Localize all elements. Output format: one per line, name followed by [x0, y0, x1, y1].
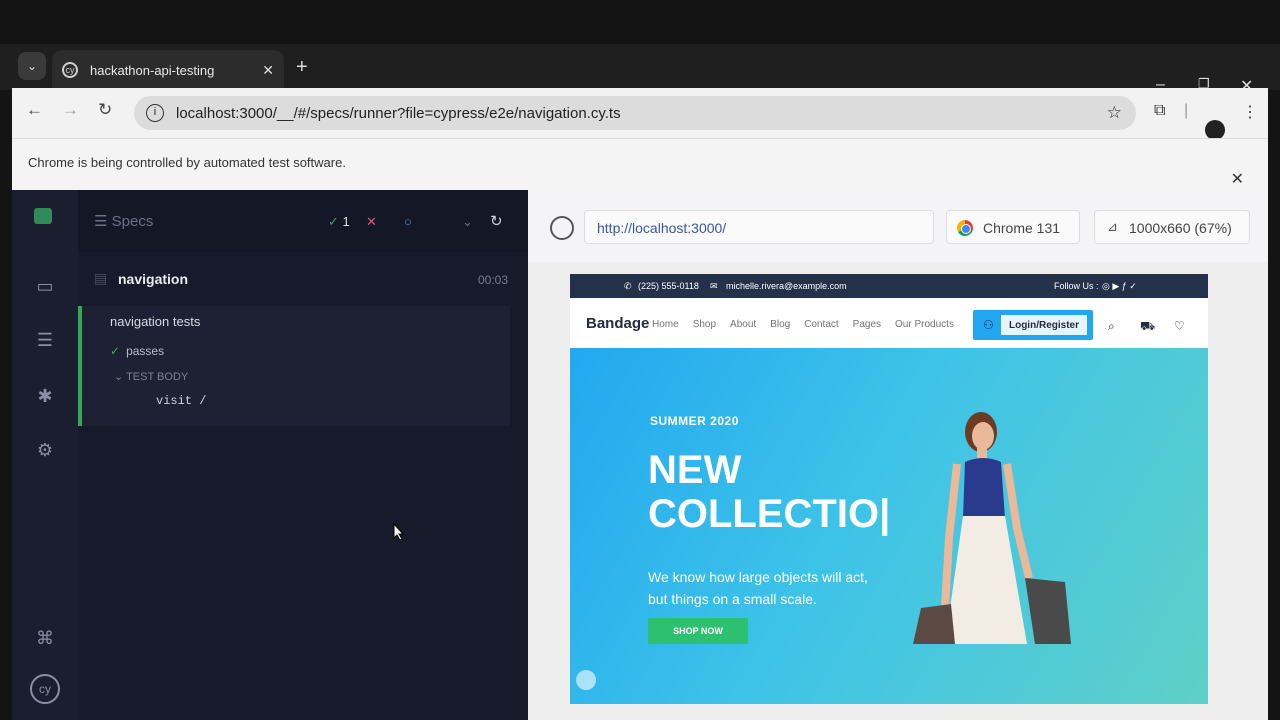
back-icon[interactable]: ←: [26, 100, 43, 120]
cypress-logo-icon[interactable]: cy: [30, 674, 60, 704]
toolbar-divider: |: [1184, 102, 1189, 119]
failed-stat: ✕: [366, 214, 377, 229]
project-icon[interactable]: [34, 208, 52, 224]
reporter-header: ☰ Specs ✓ 1 ✕ ○ ⌄ ↻: [78, 190, 528, 252]
test-body-label[interactable]: ⌄ TEST BODY: [114, 370, 188, 383]
aut-header: http://localhost:3000/ Chrome 131 ⊿ 1000…: [528, 190, 1268, 262]
tab-strip: ⌄ cy hackathon-api-testing ✕ +: [0, 44, 1280, 90]
app-under-test-panel: http://localhost:3000/ Chrome 131 ⊿ 1000…: [528, 190, 1268, 720]
cart-icon[interactable]: ⛟: [1140, 319, 1155, 335]
automation-infobar: Chrome is being controlled by automated …: [12, 138, 1268, 190]
address-text: localhost:3000/__/#/specs/runner?file=cy…: [176, 104, 621, 122]
cypress-sidebar: ▭ ☰ ✱ ⚙ ⌘ cy: [12, 190, 78, 720]
email-text: michelle.rivera@example.com: [726, 281, 847, 291]
passed-stat: ✓ 1: [328, 214, 350, 229]
pending-stat: ○: [404, 214, 412, 229]
search-icon[interactable]: ⌕: [1108, 319, 1115, 334]
hero-title: NEW COLLECTIO|: [648, 448, 890, 536]
extensions-icon[interactable]: ⧉: [1154, 102, 1165, 120]
close-icon[interactable]: ✕: [1231, 169, 1244, 189]
viewport-selector[interactable]: ⊿ 1000x660 (67%): [1094, 210, 1250, 244]
keyboard-shortcuts-icon[interactable]: ⌘: [34, 628, 56, 650]
browser-toolbar: ← → ↻ i localhost:3000/__/#/specs/runner…: [12, 88, 1268, 140]
mouse-cursor: [393, 523, 405, 541]
reporter-panel: ☰ Specs ✓ 1 ✕ ○ ⌄ ↻ ▤ navigation 00:03 n…: [78, 190, 528, 720]
nav-about[interactable]: About: [730, 319, 756, 330]
site-nav-links: Home Shop About Blog Contact Pages Our P…: [652, 319, 954, 330]
info-icon[interactable]: i: [146, 104, 164, 122]
login-label: Login/Register: [1001, 315, 1087, 335]
test-title: passes: [126, 344, 165, 358]
spec-name: navigation: [118, 271, 189, 287]
login-register-button[interactable]: ⚇ Login/Register: [973, 310, 1093, 340]
screen: ⌄ cy hackathon-api-testing ✕ + – ❐ ✕ ← →…: [0, 0, 1280, 720]
mail-icon: ✉: [710, 281, 718, 291]
star-icon[interactable]: ☆: [1107, 103, 1122, 123]
target-icon[interactable]: [550, 216, 574, 240]
follow-label: Follow Us :: [1054, 281, 1099, 291]
browser-tab[interactable]: cy hackathon-api-testing ✕: [52, 50, 284, 90]
browser-selector[interactable]: Chrome 131: [946, 210, 1080, 244]
aut-url-field[interactable]: http://localhost:3000/: [584, 210, 934, 244]
reload-icon[interactable]: ↻: [98, 100, 112, 120]
viewport-label: 1000x660 (67%): [1129, 220, 1232, 236]
forward-icon[interactable]: →: [62, 100, 79, 120]
specs-icon[interactable]: ▭: [34, 276, 56, 298]
hero-subtitle: SUMMER 2020: [650, 414, 739, 428]
tab-title: hackathon-api-testing: [90, 62, 215, 78]
test-block[interactable]: navigation tests ✓ passes ⌄ TEST BODY vis…: [78, 306, 510, 426]
chrome-icon: [957, 220, 973, 236]
cypress-favicon-icon: cy: [62, 62, 78, 78]
chevron-down-icon[interactable]: ⌄: [462, 214, 473, 230]
nav-home[interactable]: Home: [652, 319, 679, 330]
phone-icon: ✆: [624, 281, 632, 291]
brand-logo[interactable]: Bandage: [586, 315, 649, 332]
file-icon: ▤: [94, 270, 108, 286]
site-topbar: ✆ (225) 555-0118 ✉ michelle.rivera@examp…: [570, 274, 1208, 298]
chevron-down-icon: ⌄: [26, 59, 38, 73]
phone-text: (225) 555-0118: [638, 281, 699, 291]
rerun-icon[interactable]: ↻: [490, 212, 503, 230]
nav-shop[interactable]: Shop: [693, 319, 716, 330]
hero-title-line1: NEW: [648, 448, 742, 492]
suite-title[interactable]: navigation tests: [110, 314, 200, 329]
address-bar[interactable]: i localhost:3000/__/#/specs/runner?file=…: [134, 96, 1136, 130]
carousel-prev-button[interactable]: [576, 670, 596, 690]
user-icon: ⚇: [983, 318, 994, 332]
check-icon: ✓: [110, 344, 121, 358]
spec-row: ▤ navigation 00:03: [78, 256, 528, 300]
hero-model-image: [913, 412, 1071, 644]
hero-title-line2: COLLECTIO|: [648, 492, 891, 536]
shop-now-button[interactable]: SHOP NOW: [648, 618, 748, 644]
test-body-text: TEST BODY: [126, 371, 189, 383]
nav-contact[interactable]: Contact: [804, 319, 838, 330]
passed-count: 1: [342, 214, 350, 229]
new-tab-button[interactable]: +: [296, 56, 308, 79]
heart-icon[interactable]: ♡: [1174, 319, 1185, 333]
spec-duration: 00:03: [478, 273, 509, 287]
nav-pages[interactable]: Pages: [853, 319, 881, 330]
site-navbar: Bandage Home Shop About Blog Contact Pag…: [570, 298, 1208, 348]
nav-blog[interactable]: Blog: [770, 319, 790, 330]
bandage-site: ✆ (225) 555-0118 ✉ michelle.rivera@examp…: [570, 274, 1208, 704]
close-icon[interactable]: ✕: [262, 62, 274, 79]
tab-search-button[interactable]: ⌄: [18, 52, 46, 80]
specs-toggle[interactable]: ☰ Specs: [94, 212, 153, 230]
browser-label: Chrome 131: [983, 220, 1061, 236]
specs-label: Specs: [111, 213, 154, 230]
settings-icon[interactable]: ⚙: [34, 440, 56, 462]
hero-section: SUMMER 2020 NEW COLLECTIO| We know how l…: [570, 348, 1208, 704]
debug-icon[interactable]: ✱: [34, 386, 56, 408]
nav-our-products[interactable]: Our Products: [895, 319, 954, 330]
social-icons[interactable]: ◎ ▶ ƒ ✓: [1102, 281, 1137, 292]
kebab-menu-icon[interactable]: ⋮: [1242, 102, 1258, 122]
runs-icon[interactable]: ☰: [34, 330, 56, 352]
command-visit[interactable]: visit /: [156, 394, 206, 408]
infobar-text: Chrome is being controlled by automated …: [28, 155, 346, 170]
plus-icon: +: [296, 56, 308, 78]
profile-icon[interactable]: [1205, 120, 1225, 140]
test-row[interactable]: ✓ passes: [110, 344, 164, 358]
viewport-icon: ⊿: [1107, 219, 1118, 234]
hero-description: We know how large objects will act, but …: [648, 569, 868, 607]
